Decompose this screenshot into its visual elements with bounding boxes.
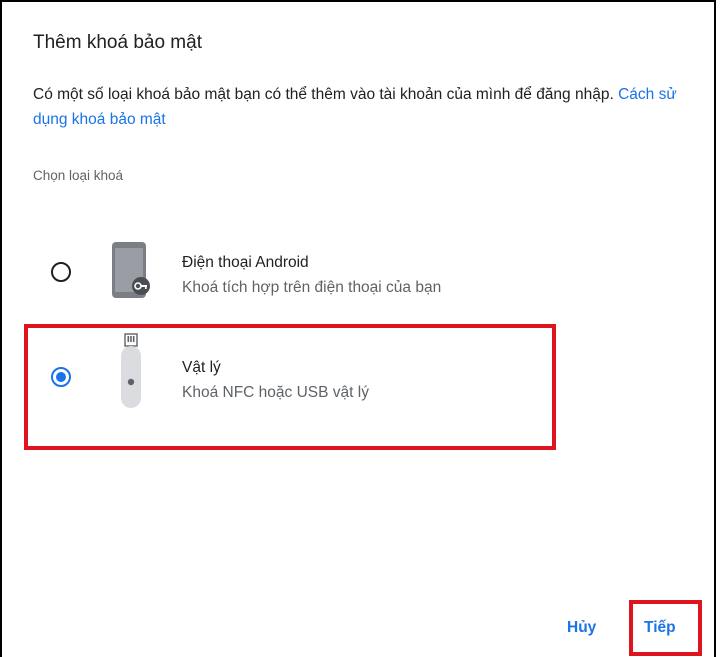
radio-android-phone[interactable] bbox=[51, 262, 71, 282]
option-physical-key[interactable]: Vật lý Khoá NFC hoặc USB vật lý bbox=[30, 324, 550, 420]
option-android-title: Điện thoại Android bbox=[182, 254, 309, 271]
description-text: Có một số loại khoá bảo mật bạn có thể t… bbox=[33, 86, 614, 103]
cancel-button[interactable]: Hủy bbox=[567, 619, 596, 637]
option-physical-subtitle: Khoá NFC hoặc USB vật lý bbox=[182, 384, 369, 401]
android-phone-key-icon bbox=[108, 240, 154, 305]
dialog-title: Thêm khoá bảo mật bbox=[33, 32, 202, 53]
option-android-subtitle: Khoá tích hợp trên điện thoại của bạn bbox=[182, 279, 442, 296]
add-security-key-dialog: Thêm khoá bảo mật Có một số loại khoá bả… bbox=[0, 0, 716, 657]
option-android-phone[interactable]: Điện thoại Android Khoá tích hợp trên đi… bbox=[30, 226, 550, 322]
key-type-label: Chọn loại khoá bbox=[33, 168, 124, 183]
next-button[interactable]: Tiếp bbox=[644, 619, 676, 637]
dialog-description: Có một số loại khoá bảo mật bạn có thể t… bbox=[33, 82, 683, 132]
usb-security-key-icon bbox=[118, 332, 144, 417]
radio-physical-key[interactable] bbox=[51, 367, 71, 387]
option-physical-title: Vật lý bbox=[182, 359, 221, 376]
